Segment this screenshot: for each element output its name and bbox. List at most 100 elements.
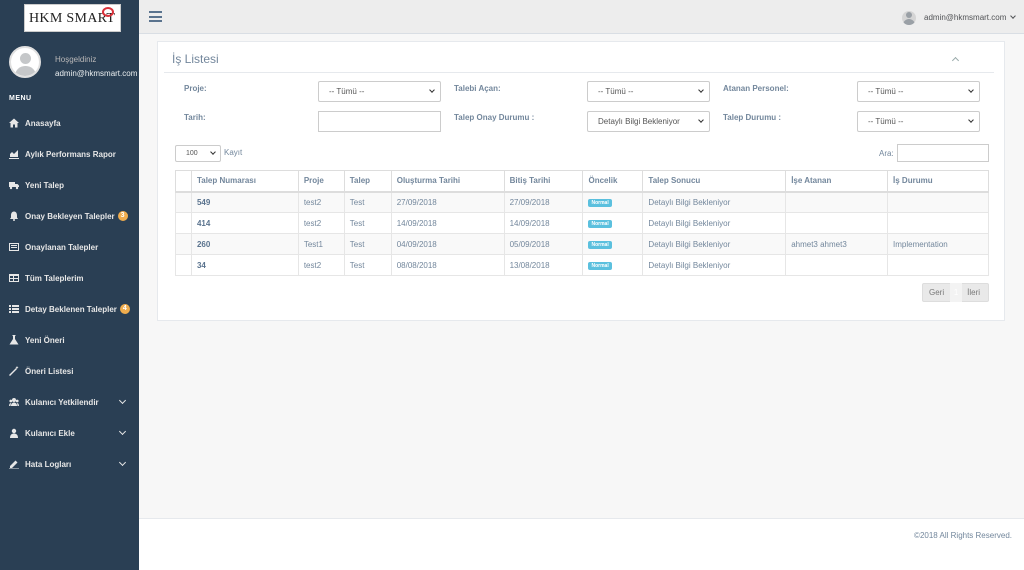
talep-onay-durumu-select[interactable]: Detaylı Bilgi Bekleniyor (587, 111, 710, 132)
copyright-text: ©2018 All Rights Reserved. (914, 531, 1012, 540)
sidebar: HKM SMART Hoşgeldiniz admin@hkmsmart.com… (0, 0, 139, 570)
row-select-cell[interactable] (175, 212, 192, 234)
user-menu[interactable]: admin@hkmsmart.com (924, 13, 1006, 22)
olusturma-cell: 14/09/2018 (390, 212, 505, 234)
column-header[interactable]: Talep (343, 170, 392, 193)
proje-select[interactable]: -- Tümü -- (318, 81, 441, 102)
sidebar-item-tum-taleplerim[interactable]: Tüm Taleplerim (0, 268, 139, 288)
sidebar-item-detay-beklenen[interactable]: Detay Beklenen Talepler 4 (0, 299, 139, 319)
durum-cell (887, 191, 989, 213)
table-row[interactable]: 34 test2 Test 08/08/2018 13/08/2018 Norm… (175, 254, 989, 276)
sidebar-item-anasayfa[interactable]: Anasayfa (0, 113, 139, 133)
tarih-input[interactable] (318, 111, 441, 132)
sidebar-item-oneri-listesi[interactable]: Öneri Listesi (0, 361, 139, 381)
job-list-panel: İş Listesi Proje: -- Tümü -- Talebi Açan… (157, 41, 1005, 321)
current-page-button[interactable]: 1 (950, 283, 963, 302)
talebi-acan-select-value: -- Tümü -- (598, 87, 634, 96)
chevron-up-icon[interactable] (951, 56, 960, 65)
sidebar-item-yeni-talep[interactable]: Yeni Talep (0, 175, 139, 195)
durum-cell (887, 254, 989, 276)
talep-no-cell[interactable]: 549 (190, 191, 299, 213)
atanan-personel-select-value: -- Tümü -- (868, 87, 904, 96)
olusturma-cell: 27/09/2018 (390, 191, 505, 213)
olusturma-cell: 04/09/2018 (390, 233, 505, 255)
atanan-cell (785, 254, 889, 276)
proje-label: Proje: (184, 84, 207, 93)
next-page-button[interactable]: İleri (962, 288, 985, 297)
edit-icon (8, 459, 20, 469)
bitis-cell: 27/09/2018 (503, 191, 584, 213)
talebi-acan-select[interactable]: -- Tümü -- (587, 81, 710, 102)
talebi-acan-label: Talebi Açan: (454, 84, 501, 93)
atanan-cell (785, 212, 889, 234)
proje-cell: test2 (297, 254, 345, 276)
page-length-select[interactable]: 100 (175, 145, 221, 162)
row-select-cell[interactable] (175, 191, 192, 213)
menu-toggle-icon[interactable] (149, 11, 162, 22)
atanan-personel-select[interactable]: -- Tümü -- (857, 81, 980, 102)
durum-cell: Implementation (887, 233, 989, 255)
column-header[interactable]: Bitiş Tarihi (503, 170, 584, 193)
sidebar-item-label: Aylık Performans Rapor (25, 149, 116, 159)
oncelik-cell: Normal (582, 254, 644, 276)
column-header[interactable]: Öncelik (582, 170, 644, 193)
talep-cell: Test (343, 191, 392, 213)
sidebar-item-onaylanan[interactable]: Onaylanan Talepler (0, 237, 139, 257)
footer: ©2018 All Rights Reserved. (139, 518, 1024, 570)
talep-no-cell[interactable]: 414 (190, 212, 299, 234)
search-input[interactable] (897, 144, 989, 162)
row-select-cell[interactable] (175, 233, 192, 255)
pagination: Geri 1 İleri (922, 283, 989, 302)
talep-durumu-select[interactable]: -- Tümü -- (857, 111, 980, 132)
talep-no-cell[interactable]: 34 (190, 254, 299, 276)
bell-icon (8, 211, 20, 221)
home-icon (8, 118, 20, 128)
chevron-down-icon (429, 87, 435, 93)
list-icon (8, 304, 20, 314)
column-header[interactable]: İş Durumu (887, 170, 989, 193)
chart-icon (8, 149, 20, 159)
talep-cell: Test (343, 233, 392, 255)
talep-cell: Test (343, 254, 392, 276)
sidebar-item-label: Detay Beklenen Talepler (25, 304, 117, 314)
column-header[interactable]: İşe Atanan (785, 170, 889, 193)
bitis-cell: 14/09/2018 (503, 212, 584, 234)
logo-mark-icon (102, 7, 114, 17)
talep-durumu-label: Talep Durumu : (723, 113, 782, 122)
prev-page-button[interactable]: Geri (923, 288, 950, 297)
column-header[interactable]: Talep Numarası (190, 170, 299, 193)
sidebar-item-label: Onaylanan Talepler (25, 242, 99, 252)
search-label: Ara: (879, 149, 894, 158)
logo[interactable]: HKM SMART (24, 4, 121, 32)
atanan-personel-label: Atanan Personel: (723, 84, 789, 93)
sidebar-item-kullanici-yetkilendir[interactable]: Kulanıcı Yetkilendir (0, 392, 139, 412)
chevron-down-icon[interactable] (1010, 13, 1016, 19)
sidebar-item-kullanici-ekle[interactable]: Kulanıcı Ekle (0, 423, 139, 443)
chevron-down-icon (118, 427, 127, 436)
sidebar-item-yeni-oneri[interactable]: Yeni Öneri (0, 330, 139, 350)
column-header[interactable]: Oluşturma Tarihi (390, 170, 505, 193)
sidebar-item-label: Yeni Öneri (25, 335, 65, 345)
table-row[interactable]: 260 Test1 Test 04/09/2018 05/09/2018 Nor… (175, 233, 989, 255)
sidebar-item-label: Onay Bekleyen Talepler (25, 211, 115, 221)
sidebar-item-onay-bekleyen[interactable]: Onay Bekleyen Talepler 3 (0, 206, 139, 226)
sonuc-cell: Detaylı Bilgi Bekleniyor (642, 233, 787, 255)
proje-cell: Test1 (297, 233, 345, 255)
column-header[interactable]: Talep Sonucu (642, 170, 787, 193)
table-row[interactable]: 549 test2 Test 27/09/2018 27/09/2018 Nor… (175, 191, 989, 213)
top-avatar[interactable] (902, 11, 916, 25)
sidebar-item-label: Anasayfa (25, 118, 61, 128)
sidebar-item-label: Yeni Talep (25, 180, 64, 190)
bitis-cell: 05/09/2018 (503, 233, 584, 255)
column-header[interactable]: Proje (297, 170, 345, 193)
talep-cell: Test (343, 212, 392, 234)
flask-icon (8, 335, 20, 345)
page-title: İş Listesi (172, 52, 219, 66)
top-navbar: admin@hkmsmart.com (139, 0, 1024, 34)
sidebar-item-aylik-performans[interactable]: Aylık Performans Rapor (0, 144, 139, 164)
talep-no-cell[interactable]: 260 (190, 233, 299, 255)
row-select-cell[interactable] (175, 254, 192, 276)
table-row[interactable]: 414 test2 Test 14/09/2018 14/09/2018 Nor… (175, 212, 989, 234)
sonuc-cell: Detaylı Bilgi Bekleniyor (642, 212, 787, 234)
sidebar-item-hata-loglari[interactable]: Hata Logları (0, 454, 139, 474)
